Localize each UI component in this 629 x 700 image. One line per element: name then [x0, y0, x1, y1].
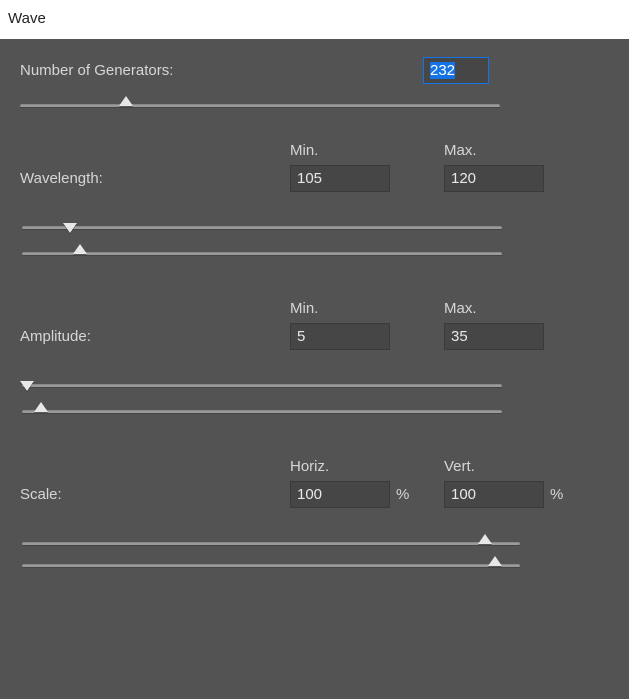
wavelength-min-slider-thumb[interactable] — [63, 223, 77, 233]
scale-vert-input[interactable] — [444, 481, 544, 508]
amplitude-min-input[interactable] — [290, 323, 390, 350]
scale-vert-slider[interactable] — [22, 560, 520, 572]
scale-horiz-input[interactable] — [290, 481, 390, 508]
scale-horiz-unit: % — [396, 486, 409, 503]
generators-label: Number of Generators: — [20, 62, 173, 79]
window-titlebar: Wave — [0, 0, 629, 39]
generators-input[interactable] — [423, 57, 489, 84]
scale-vert-unit: % — [550, 486, 563, 503]
amplitude-max-slider-thumb[interactable] — [34, 402, 48, 412]
amplitude-max-label: Max. — [444, 300, 598, 317]
wavelength-max-slider[interactable] — [22, 248, 502, 260]
scale-horiz-label: Horiz. — [290, 458, 444, 475]
wave-panel: Number of Generators: Min. Max. Waveleng… — [0, 39, 629, 699]
scale-label: Scale: — [20, 486, 290, 503]
scale-vert-label: Vert. — [444, 458, 598, 475]
wavelength-min-input[interactable] — [290, 165, 390, 192]
wavelength-label: Wavelength: — [20, 170, 290, 187]
wavelength-max-label: Max. — [444, 142, 598, 159]
amplitude-label: Amplitude: — [20, 328, 290, 345]
wavelength-min-label: Min. — [290, 142, 444, 159]
amplitude-min-label: Min. — [290, 300, 444, 317]
amplitude-min-slider-thumb[interactable] — [20, 381, 34, 391]
scale-vert-slider-thumb[interactable] — [488, 556, 502, 566]
amplitude-max-input[interactable] — [444, 323, 544, 350]
generators-slider[interactable] — [20, 100, 500, 112]
scale-horiz-slider-thumb[interactable] — [478, 534, 492, 544]
amplitude-min-slider[interactable] — [22, 380, 502, 392]
window-title: Wave — [8, 10, 46, 27]
wavelength-max-input[interactable] — [444, 165, 544, 192]
generators-slider-thumb[interactable] — [119, 96, 133, 106]
amplitude-max-slider[interactable] — [22, 406, 502, 418]
wavelength-max-slider-thumb[interactable] — [73, 244, 87, 254]
wavelength-min-slider[interactable] — [22, 222, 502, 234]
scale-horiz-slider[interactable] — [22, 538, 520, 550]
